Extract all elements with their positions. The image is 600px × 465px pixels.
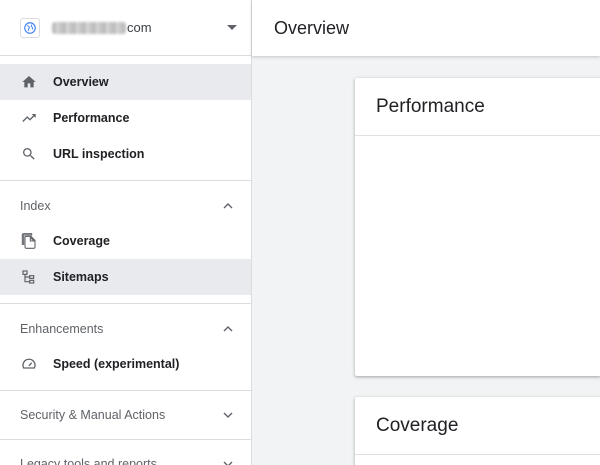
nav-section-security: Security & Manual Actions: [0, 391, 251, 440]
performance-card[interactable]: Performance: [355, 78, 600, 376]
page-title: Overview: [274, 17, 350, 38]
chevron-up-icon: [223, 201, 233, 211]
card-title-performance: Performance: [355, 78, 600, 136]
section-header-security[interactable]: Security & Manual Actions: [0, 398, 251, 432]
property-selector[interactable]: com: [0, 0, 251, 56]
nav-item-label: Sitemaps: [53, 270, 109, 284]
section-title: Index: [20, 199, 51, 213]
nav-item-label: Coverage: [53, 234, 110, 248]
trending-up-icon: [20, 109, 38, 127]
nav-section-enhancements: Enhancements Speed (experimental): [0, 304, 251, 391]
sitemap-icon: [20, 268, 38, 286]
nav-section-index: Index Coverage Sitemaps: [0, 181, 251, 304]
nav-item-label: Speed (experimental): [53, 357, 180, 371]
file-copy-icon: [20, 232, 38, 250]
coverage-card[interactable]: Coverage: [355, 397, 600, 465]
speedometer-icon: [20, 355, 38, 373]
nav-item-label: Overview: [53, 75, 109, 89]
property-domain-suffix: com: [127, 20, 152, 35]
search-console-app: com Overview Performance URL inspection …: [0, 0, 600, 465]
section-title: Enhancements: [20, 322, 104, 336]
section-header-index[interactable]: Index: [0, 189, 251, 223]
redacted-domain: [52, 21, 126, 34]
nav-item-sitemaps[interactable]: Sitemaps: [0, 259, 251, 295]
nav-item-label: Performance: [53, 111, 130, 125]
search-icon: [20, 145, 38, 163]
sidebar: com Overview Performance URL inspection …: [0, 0, 252, 465]
section-header-legacy[interactable]: Legacy tools and reports: [0, 447, 251, 465]
page-header: Overview: [252, 0, 600, 56]
nav-item-speed[interactable]: Speed (experimental): [0, 346, 251, 382]
card-title-coverage: Coverage: [355, 397, 600, 455]
section-title: Security & Manual Actions: [20, 408, 166, 422]
nav-item-overview[interactable]: Overview: [0, 64, 251, 100]
nav-primary: Overview Performance URL inspection: [0, 56, 251, 181]
chevron-up-icon: [223, 324, 233, 334]
nav-item-performance[interactable]: Performance: [0, 100, 251, 136]
nav-item-label: URL inspection: [53, 147, 145, 161]
nav-section-legacy: Legacy tools and reports: [0, 440, 251, 465]
dropdown-arrow-icon[interactable]: [227, 25, 237, 30]
chevron-down-icon: [223, 459, 233, 465]
section-header-enhancements[interactable]: Enhancements: [0, 312, 251, 346]
property-name: com: [52, 20, 227, 35]
home-icon: [20, 73, 38, 91]
chevron-down-icon: [223, 410, 233, 420]
nav-item-url-inspection[interactable]: URL inspection: [0, 136, 251, 172]
section-title: Legacy tools and reports: [20, 457, 157, 465]
nav-item-coverage[interactable]: Coverage: [0, 223, 251, 259]
globe-icon: [20, 17, 40, 38]
